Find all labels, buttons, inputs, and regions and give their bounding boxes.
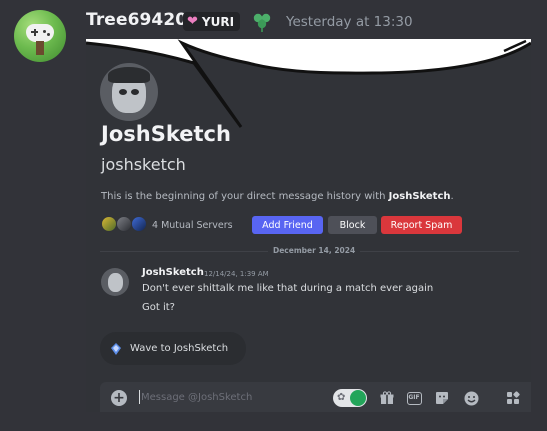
dm-avatar (100, 63, 158, 121)
gif-icon[interactable]: GIF (406, 390, 422, 406)
gift-icon[interactable] (379, 390, 395, 406)
message-timestamp: Yesterday at 13:30 (286, 14, 413, 30)
add-friend-button[interactable]: Add Friend (252, 216, 323, 234)
block-button[interactable]: Block (328, 216, 377, 234)
message-time: 12/14/24, 1:39 AM (204, 270, 269, 278)
text-caret (139, 390, 140, 404)
attached-screenshot[interactable]: JoshSketch joshsketch This is the beginn… (86, 39, 531, 412)
server-tag-label: YURI (201, 14, 235, 29)
apps-icon[interactable] (505, 390, 521, 406)
message-author[interactable]: JoshSketch (142, 267, 204, 278)
app-icon (350, 390, 366, 406)
message-text-line: Got it? (142, 302, 175, 313)
author-username[interactable]: Tree69420 (86, 10, 187, 30)
wave-button[interactable]: Wave to JoshSketch (100, 332, 246, 365)
mutual-server-icon (131, 216, 147, 232)
gamepad-icon (26, 24, 54, 42)
emoji-icon[interactable] (463, 390, 479, 406)
mutual-server-icon (101, 216, 117, 232)
heart-icon: ❤ (187, 14, 198, 29)
dm-display-name: JoshSketch (101, 122, 231, 146)
date-divider-label: December 14, 2024 (268, 246, 361, 255)
mutual-server-icon (116, 216, 132, 232)
wave-icon (111, 342, 121, 355)
app-toggle[interactable]: ✿ (333, 389, 367, 407)
report-spam-button[interactable]: Report Spam (381, 216, 462, 234)
green-heart-clover-icon (253, 13, 271, 32)
author-avatar[interactable] (14, 10, 66, 62)
wave-label: Wave to JoshSketch (130, 343, 229, 354)
message-avatar[interactable] (101, 268, 129, 296)
message-composer[interactable]: + Message @JoshSketch ✿ GIF (100, 382, 531, 412)
dm-username: joshsketch (101, 155, 186, 174)
server-tag[interactable]: ❤ YURI (183, 12, 241, 31)
message-text-line: Don't ever shittalk me like that during … (142, 283, 434, 294)
message-input[interactable]: Message @JoshSketch (141, 392, 252, 403)
dm-intro-text: This is the beginning of your direct mes… (101, 191, 454, 202)
leaf-icon: ✿ (337, 392, 346, 403)
mutual-servers-link[interactable]: 4 Mutual Servers (152, 220, 233, 231)
plus-icon[interactable]: + (111, 390, 127, 406)
sticker-icon[interactable] (434, 390, 450, 406)
